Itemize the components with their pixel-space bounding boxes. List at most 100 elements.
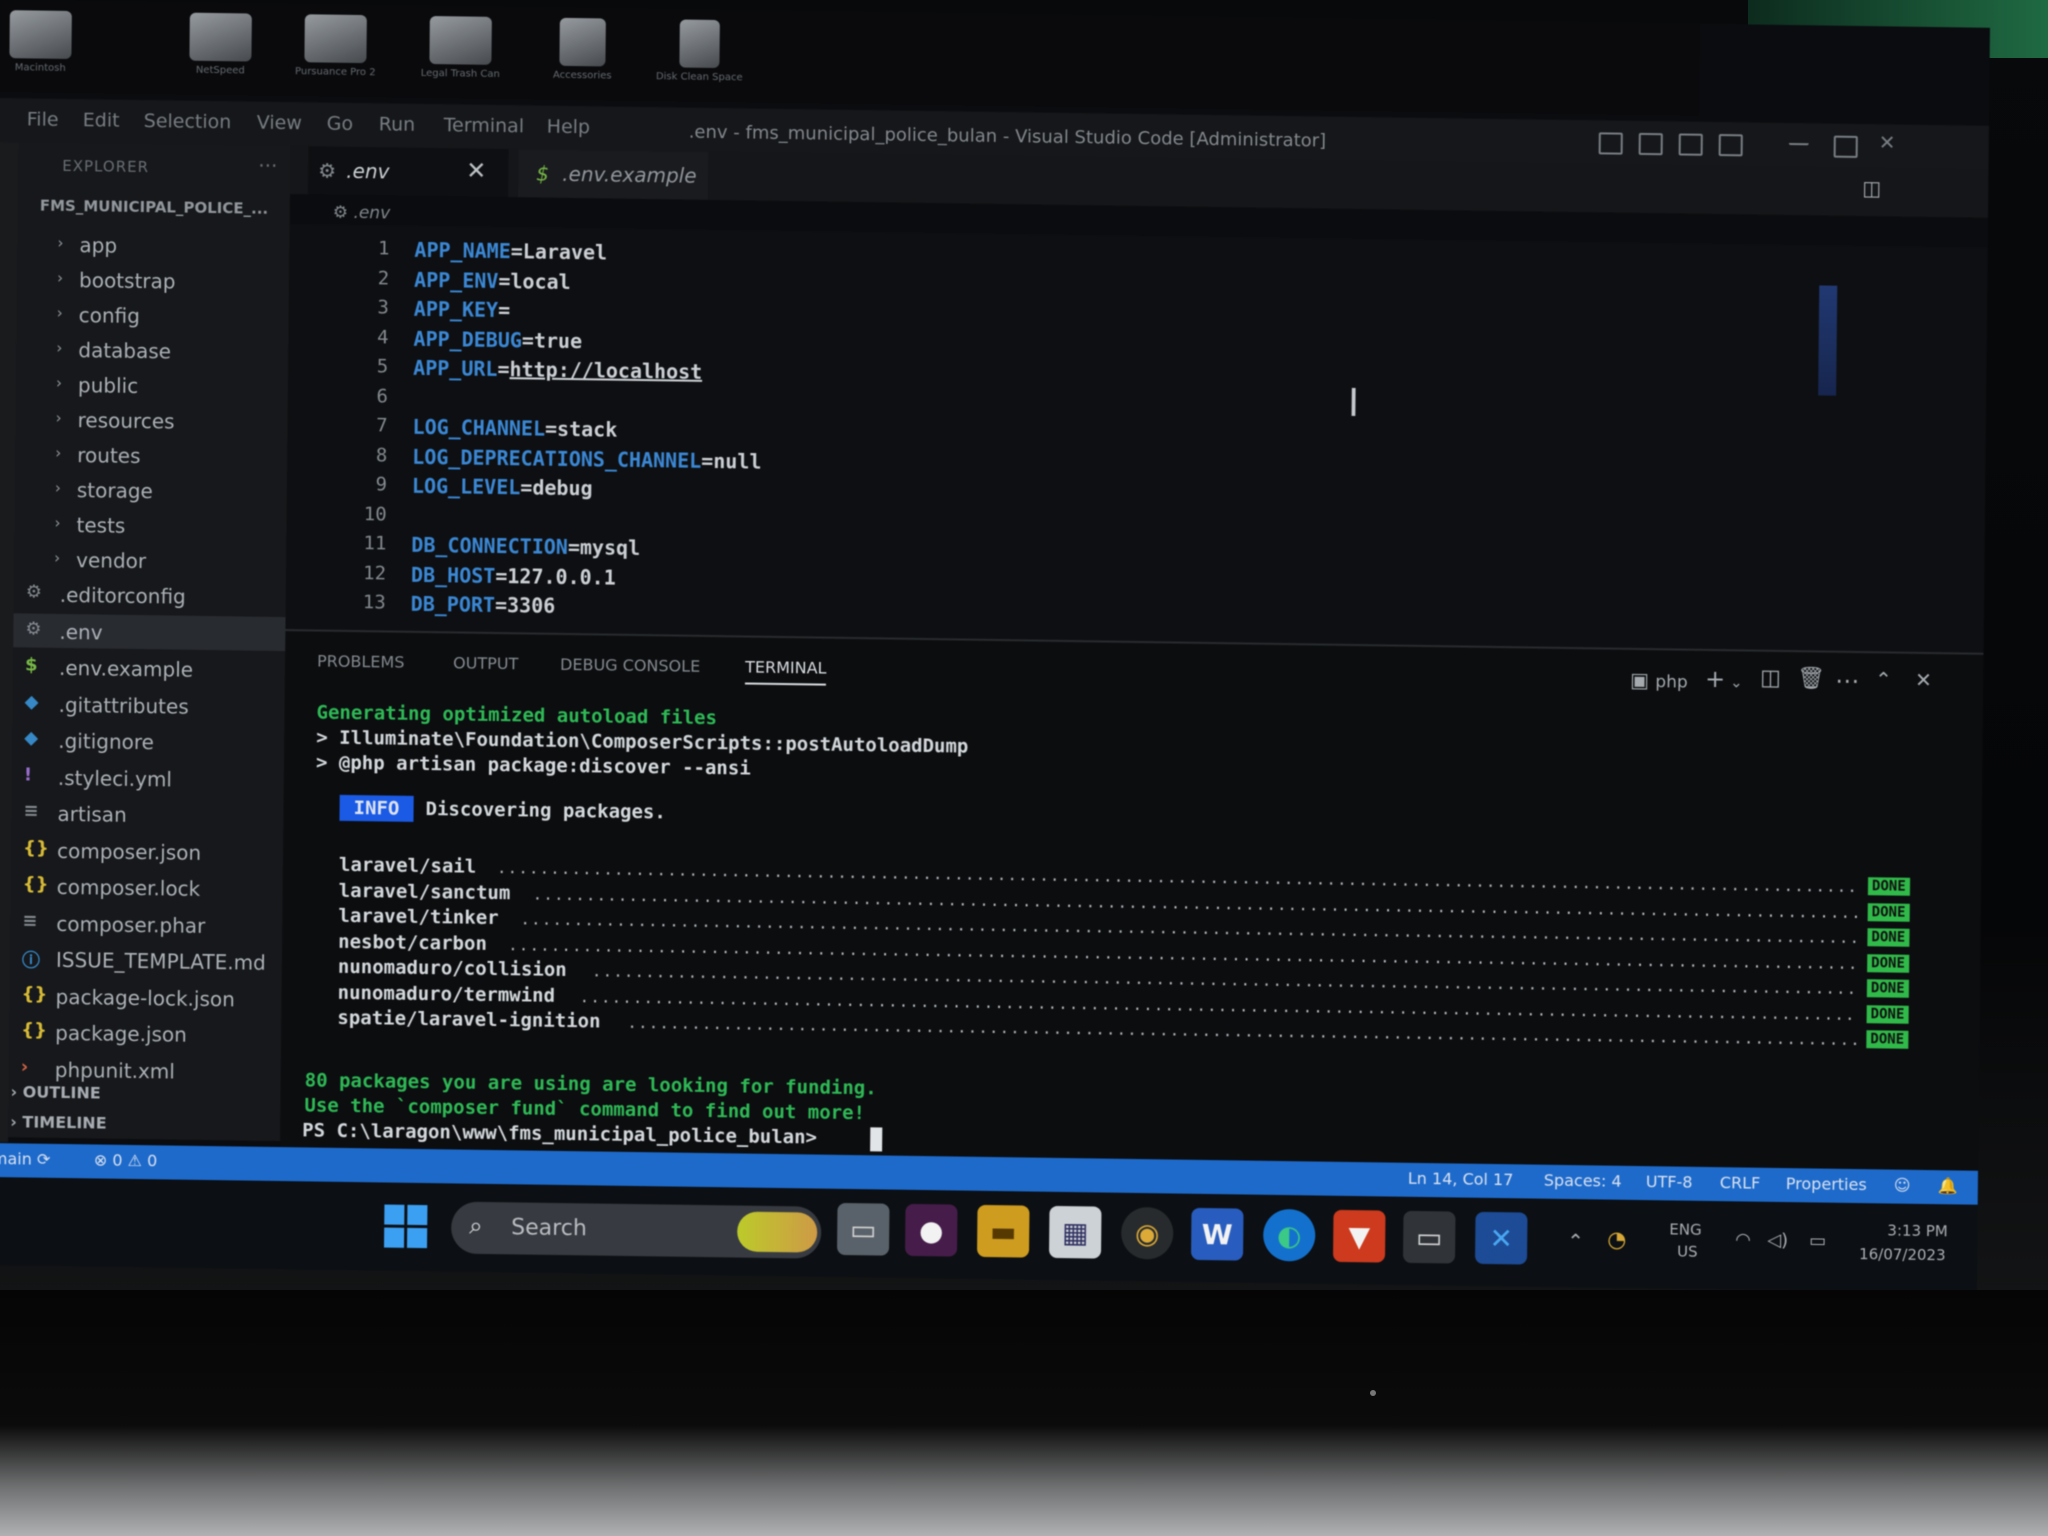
tree-file[interactable]: ≡ artisan (11, 795, 283, 833)
toggle-panel-icon[interactable] (1638, 132, 1663, 156)
folder-vendor[interactable]: › vendor (14, 541, 286, 579)
tree-file[interactable]: ⚙ .env (13, 612, 286, 651)
bottom-panel: PROBLEMS OUTPUT DEBUG CONSOLE TERMINAL ▣… (280, 629, 1984, 1173)
tree-file[interactable]: ⓘ ISSUE_TEMPLATE.md (10, 941, 282, 979)
kill-terminal-icon[interactable]: 🗑 (1797, 666, 1825, 691)
menu-edit[interactable]: Edit (83, 109, 120, 132)
tab-output[interactable]: OUTPUT (453, 653, 518, 673)
split-editor-icon[interactable]: ◫ (1862, 176, 1881, 200)
tree-file[interactable]: ⚙ .editorconfig (14, 576, 286, 614)
store-icon[interactable]: ▦ (1048, 1205, 1102, 1259)
folder-app[interactable]: › app (17, 226, 289, 264)
tab-debug-console[interactable]: DEBUG CONSOLE (560, 655, 700, 676)
edge-icon[interactable]: ◐ (1262, 1208, 1316, 1262)
notifications-icon[interactable]: 🔔 (1938, 1176, 1958, 1195)
wifi-icon[interactable]: ◠ (1735, 1229, 1751, 1250)
indentation[interactable]: Spaces: 4 (1544, 1171, 1622, 1191)
security-tray-icon[interactable]: ◔ (1607, 1228, 1626, 1253)
folder-tests[interactable]: › tests (14, 506, 286, 544)
more-actions-icon[interactable]: ··· (258, 154, 277, 178)
desktop-shortcut-icon[interactable] (304, 14, 367, 64)
folder-routes[interactable]: › routes (15, 436, 287, 474)
taskbar-search[interactable]: ⌕ Search (450, 1201, 822, 1259)
menu-help[interactable]: Help (547, 116, 591, 139)
more-actions-icon[interactable]: ⋯ (1835, 667, 1859, 695)
toggle-secondary-sidebar-icon[interactable] (1678, 133, 1703, 156)
menu-file[interactable]: File (27, 108, 59, 130)
chat-app-icon[interactable]: ● (904, 1203, 958, 1257)
folder-bootstrap[interactable]: › bootstrap (17, 261, 289, 299)
brave-icon[interactable]: ▼ (1332, 1209, 1386, 1263)
tab-terminal[interactable]: TERMINAL (744, 657, 827, 686)
language-mode[interactable]: Properties (1786, 1174, 1867, 1194)
close-panel-icon[interactable]: ✕ (1915, 668, 1932, 692)
new-terminal-icon[interactable]: + (1705, 665, 1725, 693)
recycle-bin-icon[interactable] (679, 19, 720, 69)
task-view-icon[interactable]: ▭ (836, 1202, 890, 1256)
menu-view[interactable]: View (257, 112, 302, 135)
file-type-icon: › (20, 1055, 29, 1078)
encoding[interactable]: UTF-8 (1646, 1172, 1693, 1192)
close-tab-icon[interactable]: ✕ (466, 157, 486, 185)
folder-storage[interactable]: › storage (15, 471, 287, 509)
cursor-position[interactable]: Ln 14, Col 17 (1408, 1169, 1514, 1189)
outline-section[interactable]: › OUTLINE (10, 1082, 100, 1102)
volume-icon[interactable]: ◁) (1767, 1230, 1788, 1251)
desktop-shortcut-icon[interactable] (429, 16, 492, 65)
code-editor[interactable]: 1 APP_NAME=Laravel 2 APP_ENV=local 3 APP_KEY=… (285, 224, 1988, 653)
tree-file[interactable]: ◆ .gitignore (12, 722, 284, 760)
word-icon[interactable]: W (1190, 1207, 1244, 1261)
folder-public[interactable]: › public (16, 366, 288, 404)
vscode-icon[interactable]: ✕ (1474, 1211, 1528, 1265)
tree-file[interactable]: {} composer.json (11, 832, 283, 870)
clock-time[interactable]: 3:13 PM (1887, 1222, 1948, 1241)
close-window-icon[interactable]: ✕ (1879, 130, 1899, 154)
minimap[interactable] (1818, 285, 1838, 396)
terminal-dropdown-icon[interactable]: ⌄ (1730, 673, 1743, 691)
toggle-sidebar-icon[interactable] (1598, 132, 1623, 155)
maximize-icon[interactable] (1833, 135, 1858, 158)
language-indicator[interactable]: ENG (1669, 1220, 1702, 1238)
show-hidden-icons-icon[interactable]: ⌃ (1567, 1229, 1584, 1253)
tree-file[interactable]: ≡ composer.phar (10, 905, 282, 943)
problems-count[interactable]: ⊗ 0 ⚠ 0 (94, 1150, 158, 1170)
tree-file[interactable]: ! .styleci.yml (12, 759, 284, 797)
maximize-panel-icon[interactable]: ⌃ (1875, 667, 1892, 691)
tree-file[interactable]: {} composer.lock (11, 868, 283, 906)
clock-date[interactable]: 16/07/2023 (1859, 1245, 1946, 1264)
customize-layout-icon[interactable] (1718, 134, 1743, 157)
tree-file[interactable]: {} package.json (9, 1014, 281, 1052)
timeline-section[interactable]: › TIMELINE (10, 1112, 107, 1132)
chrome-icon[interactable]: ◉ (1120, 1206, 1174, 1260)
search-highlight-icon (737, 1211, 818, 1253)
windows-start-icon[interactable] (383, 1204, 428, 1250)
env-link[interactable]: http://localhost (509, 357, 702, 384)
terminal-app-icon[interactable]: ▭ (1402, 1210, 1456, 1264)
git-branch[interactable]: main ⟳ (0, 1149, 50, 1169)
folder-database[interactable]: › database (16, 331, 288, 369)
line-ending[interactable]: CRLF (1720, 1173, 1761, 1193)
folder-resources[interactable]: › resources (15, 401, 287, 439)
menu-terminal[interactable]: Terminal (444, 114, 525, 137)
menu-selection[interactable]: Selection (144, 110, 232, 133)
minimize-icon[interactable] (1788, 134, 1809, 146)
desktop-shortcut-icon[interactable] (9, 10, 72, 60)
menu-go[interactable]: Go (327, 113, 354, 135)
file-explorer-icon[interactable]: ▬ (976, 1204, 1030, 1258)
terminal-shell-icon[interactable]: ▣ php (1630, 668, 1688, 693)
folder-config[interactable]: › config (17, 296, 289, 334)
tab-env-example[interactable]: $ .env.example (518, 149, 709, 200)
tree-file[interactable]: {} package-lock.json (9, 978, 281, 1016)
battery-icon[interactable]: ▭ (1809, 1230, 1826, 1251)
feedback-icon[interactable]: ☺ (1894, 1176, 1911, 1195)
menu-run[interactable]: Run (379, 113, 416, 136)
tab-problems[interactable]: PROBLEMS (317, 652, 405, 672)
split-terminal-icon[interactable]: ◫ (1760, 666, 1781, 691)
project-folder[interactable]: FMS_MUNICIPAL_POLICE_... (40, 197, 269, 218)
desktop-shortcut-icon[interactable] (559, 17, 606, 67)
desktop-shortcut-icon[interactable] (189, 12, 252, 62)
tab-env[interactable]: ⚙ .env ✕ (308, 146, 509, 198)
tree-file[interactable]: ◆ .gitattributes (12, 686, 284, 724)
tree-file[interactable]: $ .env.example (13, 649, 285, 687)
tree-item-label: phpunit.xml (54, 1057, 175, 1084)
